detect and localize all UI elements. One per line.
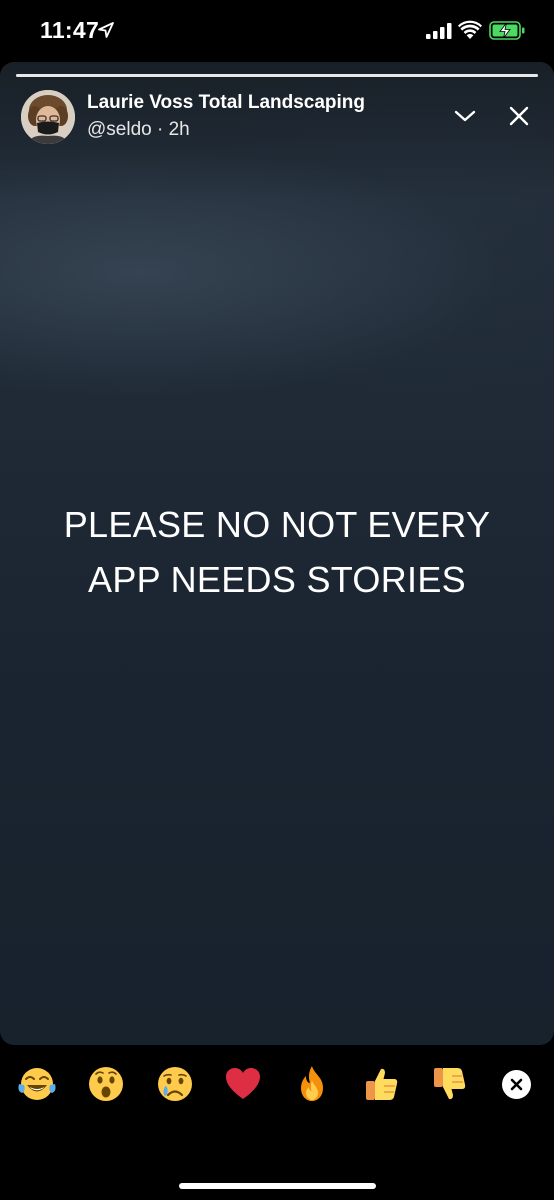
surprised-face-emoji-icon[interactable] <box>86 1064 126 1104</box>
wifi-icon <box>458 20 482 39</box>
story-viewer-screen: 11:47 Laurie Voss Total Landscaping @sel… <box>0 0 554 1200</box>
story-text-line: PLEASE NO NOT EVERY <box>63 504 491 545</box>
thumbs-up-emoji-icon[interactable] <box>361 1064 401 1104</box>
laughing-crying-emoji-icon[interactable] <box>17 1064 57 1104</box>
author-name[interactable]: Laurie Voss Total Landscaping <box>87 92 365 114</box>
cellular-signal-icon <box>426 23 452 39</box>
status-bar: 11:47 <box>0 0 554 62</box>
close-reactions-button[interactable] <box>502 1070 531 1099</box>
story-progress-fill <box>16 74 538 77</box>
reaction-bar <box>0 1064 554 1110</box>
story-text: PLEASE NO NOT EVERY APP NEEDS STORIES <box>0 497 554 607</box>
location-arrow-icon <box>98 22 114 38</box>
avatar-image <box>21 90 75 144</box>
story-progress-bar <box>16 74 538 77</box>
close-icon[interactable] <box>506 103 532 129</box>
close-reactions-icon <box>510 1078 523 1091</box>
author-avatar[interactable] <box>21 90 75 144</box>
crying-face-emoji-icon[interactable] <box>155 1064 195 1104</box>
red-heart-emoji-icon[interactable] <box>223 1064 263 1104</box>
author-handle-time: @seldo · 2h <box>87 119 190 140</box>
chevron-down-icon[interactable] <box>452 104 478 128</box>
status-time: 11:47 <box>40 17 100 43</box>
thumbs-down-emoji-icon[interactable] <box>429 1064 469 1104</box>
story-text-line: APP NEEDS STORIES <box>88 559 466 600</box>
fire-emoji-icon[interactable] <box>292 1064 332 1104</box>
home-indicator[interactable] <box>179 1183 376 1189</box>
battery-charging-icon <box>489 21 525 40</box>
